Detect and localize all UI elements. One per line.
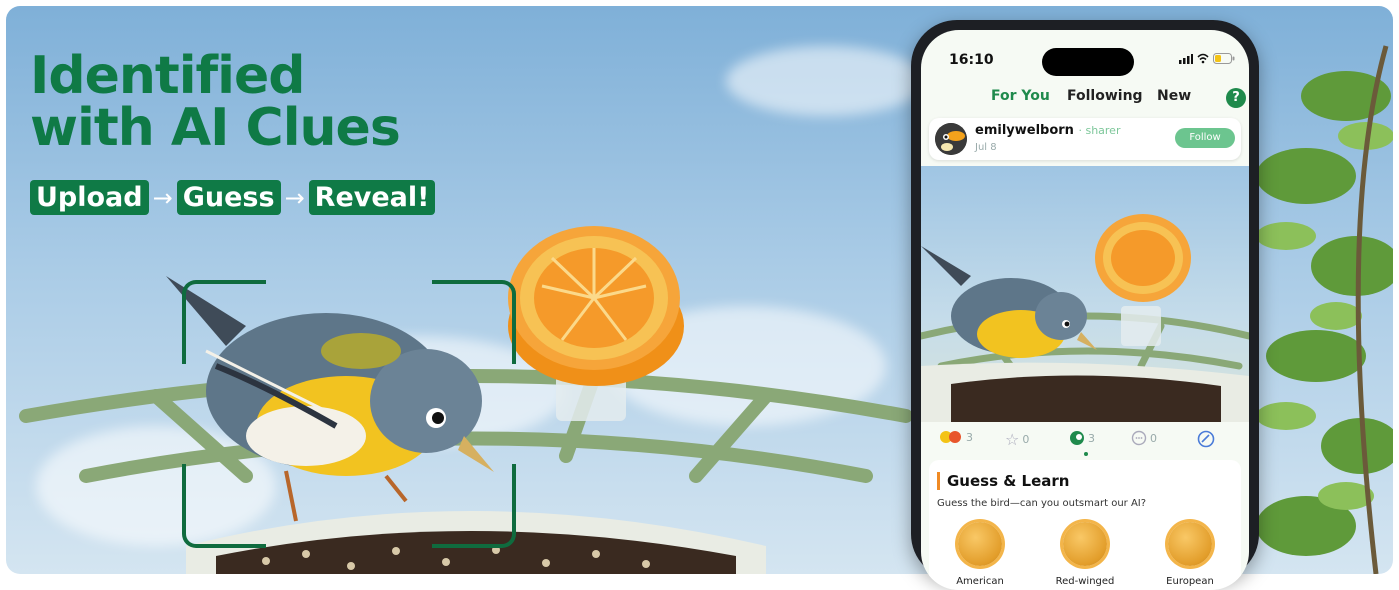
guess-bird-icon bbox=[1070, 431, 1084, 445]
tab-for-you[interactable]: For You bbox=[991, 88, 1050, 104]
guess-learn-card: Guess & Learn Guess the bird—can you out… bbox=[929, 460, 1241, 590]
signal-icon bbox=[1179, 54, 1193, 64]
post-header: emilywelborn · sharer Jul 8 Follow bbox=[929, 118, 1241, 160]
tree-foliage-illustration bbox=[1256, 45, 1393, 574]
follow-button[interactable]: Follow bbox=[1175, 128, 1235, 148]
share-action[interactable] bbox=[1197, 430, 1215, 448]
post-date: Jul 8 bbox=[975, 142, 997, 153]
guess-option-2[interactable]: Red-winged bbox=[1040, 522, 1130, 587]
phone-screen: 16:10 For You Following New ? emilywelbo… bbox=[921, 30, 1249, 590]
favorite-action[interactable]: ☆ 0 bbox=[1005, 430, 1029, 449]
phone-mockup: 16:10 For You Following New ? emilywelbo… bbox=[911, 20, 1259, 590]
avatar[interactable] bbox=[935, 123, 967, 155]
comment-action[interactable]: 0 bbox=[1131, 430, 1157, 446]
toucan-avatar-icon bbox=[935, 123, 967, 155]
guesses-count: 3 bbox=[1088, 431, 1095, 445]
username-text: emilywelborn bbox=[975, 123, 1074, 138]
tab-following[interactable]: Following bbox=[1067, 88, 1143, 104]
status-bar: 16:10 bbox=[921, 30, 1249, 76]
reactions-action[interactable]: 3 bbox=[939, 430, 973, 444]
post-photo[interactable] bbox=[921, 166, 1249, 422]
share-icon bbox=[1197, 430, 1215, 448]
bird-coin-icon bbox=[1063, 522, 1107, 566]
bird-coin-icon bbox=[1168, 522, 1212, 566]
bird-photo-illustration bbox=[921, 214, 1249, 422]
comment-icon bbox=[1131, 430, 1147, 446]
help-icon[interactable]: ? bbox=[1226, 88, 1246, 108]
scan-corner-bottom-right bbox=[432, 464, 516, 548]
scan-corner-top-left bbox=[182, 280, 266, 364]
guess-action[interactable]: 3 bbox=[1069, 430, 1095, 446]
battery-icon bbox=[1213, 53, 1235, 64]
status-time: 16:10 bbox=[949, 52, 994, 68]
scan-corner-bottom-left bbox=[182, 464, 266, 548]
card-title: Guess & Learn bbox=[937, 472, 1069, 490]
star-icon: ☆ bbox=[1005, 430, 1020, 449]
tab-new[interactable]: New bbox=[1157, 88, 1191, 104]
guess-option-label: Red-winged bbox=[1055, 576, 1115, 587]
post-actions: 3 ☆ 0 3 0 bbox=[921, 422, 1249, 458]
comments-count: 0 bbox=[1150, 431, 1157, 445]
guess-option-3[interactable]: European bbox=[1145, 522, 1235, 587]
dynamic-island bbox=[1042, 48, 1134, 76]
post-username[interactable]: emilywelborn · sharer bbox=[975, 123, 1120, 138]
favorites-count: 0 bbox=[1022, 433, 1030, 446]
guess-option-label: European bbox=[1166, 576, 1214, 587]
reaction-badges-icon bbox=[940, 431, 961, 443]
wifi-icon bbox=[1197, 53, 1209, 64]
feed-tabs: For You Following New ? bbox=[921, 82, 1249, 112]
reactions-count: 3 bbox=[966, 430, 973, 444]
scan-corner-top-right bbox=[432, 280, 516, 364]
card-subtitle: Guess the bird—can you outsmart our AI? bbox=[937, 498, 1147, 509]
user-role: · sharer bbox=[1078, 124, 1121, 137]
guess-option-1[interactable]: American bbox=[935, 522, 1025, 587]
bird-coin-icon bbox=[958, 522, 1002, 566]
guess-option-label: American bbox=[956, 576, 1004, 587]
active-indicator-dot bbox=[1084, 452, 1088, 456]
